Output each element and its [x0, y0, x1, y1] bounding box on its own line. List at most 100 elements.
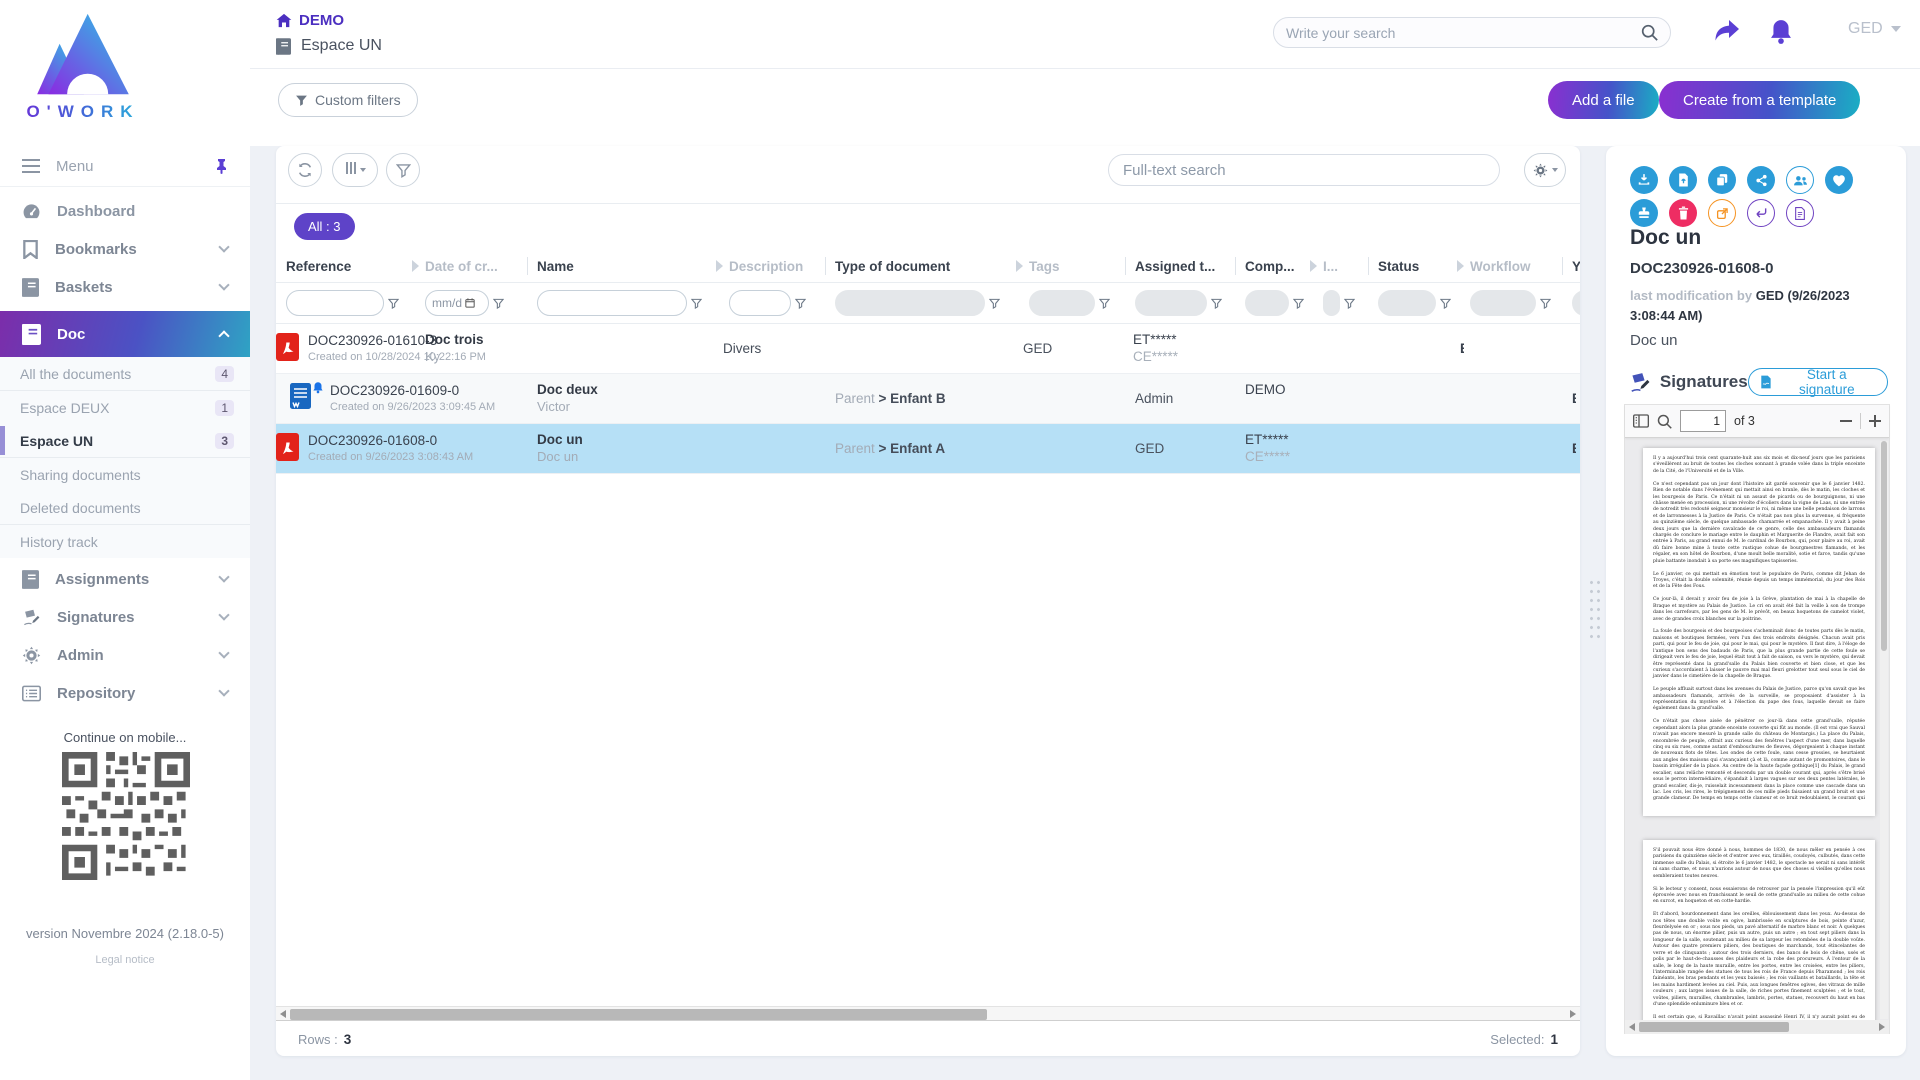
date-filter-input[interactable]: mm/d: [425, 290, 489, 316]
sidebar-item-bookmarks[interactable]: Bookmarks: [0, 230, 250, 268]
column-header-status[interactable]: Status: [1368, 250, 1460, 282]
sidebar-subitem-espace-deux[interactable]: Espace DEUX 1: [0, 391, 250, 424]
scroll-left-arrow[interactable]: [1629, 1023, 1635, 1031]
pdf-vertical-scrollbar[interactable]: [1880, 441, 1888, 1019]
duplicate-button[interactable]: [1708, 166, 1736, 194]
name-filter-input[interactable]: [537, 290, 687, 316]
upload-version-button[interactable]: [1669, 166, 1697, 194]
table-row-selected[interactable]: DOC230926-01608-0 Created on 9/26/2023 3…: [276, 424, 1580, 474]
funnel-icon[interactable]: [1540, 298, 1551, 309]
sidebar-item-signatures[interactable]: Signatures: [0, 598, 250, 636]
sidebar-item-admin[interactable]: Admin: [0, 636, 250, 674]
share-document-button[interactable]: [1747, 166, 1775, 194]
column-header-type[interactable]: Type of document: [825, 250, 1019, 282]
refresh-button[interactable]: [288, 153, 322, 187]
calendar-icon[interactable]: [465, 298, 475, 308]
sidebar-subitem-espace-un[interactable]: Espace UN 3: [0, 424, 250, 457]
table-horizontal-scrollbar[interactable]: [276, 1006, 1580, 1021]
column-header-assigned[interactable]: Assigned t...: [1125, 250, 1235, 282]
status-filter-input[interactable]: [1378, 290, 1436, 316]
column-header-comp[interactable]: Comp...: [1235, 250, 1313, 282]
start-signature-button[interactable]: Start a signature: [1748, 368, 1888, 396]
sidebar-item-doc[interactable]: Doc: [0, 311, 250, 357]
breadcrumb-root[interactable]: DEMO: [276, 12, 344, 29]
zoom-out-button[interactable]: [1840, 420, 1852, 422]
download-button[interactable]: [1630, 166, 1658, 194]
description-filter-input[interactable]: [738, 296, 782, 310]
funnel-icon[interactable]: [691, 298, 702, 309]
user-menu[interactable]: GED: [1848, 20, 1901, 38]
global-search[interactable]: [1273, 17, 1671, 48]
add-file-button[interactable]: Add a file: [1548, 81, 1659, 119]
funnel-icon[interactable]: [795, 298, 806, 309]
sidebar-subitem-deleted-documents[interactable]: Deleted documents: [0, 491, 250, 524]
search-icon[interactable]: [1641, 24, 1658, 41]
tags-filter-input[interactable]: [1029, 290, 1095, 316]
legal-notice-link[interactable]: Legal notice: [0, 954, 250, 966]
sidebar-subitem-sharing-documents[interactable]: Sharing documents: [0, 458, 250, 491]
column-header-y[interactable]: Y...: [1562, 250, 1580, 282]
columns-button[interactable]: [332, 153, 378, 187]
y-filter-input[interactable]: [1572, 290, 1580, 316]
table-row[interactable]: DOC230926-01609-0 Created on 9/26/2023 3…: [276, 374, 1580, 424]
fulltext-search[interactable]: [1108, 154, 1500, 186]
pdf-horizontal-scrollbar[interactable]: [1625, 1020, 1889, 1034]
sidebar-item-assignments[interactable]: Assignments: [0, 560, 250, 598]
sidebar-subitem-history-track[interactable]: History track: [0, 525, 250, 558]
sidebar-item-repository[interactable]: Repository: [0, 674, 250, 712]
menu-toggle[interactable]: Menu: [0, 148, 250, 184]
scrollbar-thumb[interactable]: [1881, 441, 1887, 651]
funnel-icon[interactable]: [1344, 298, 1355, 309]
tab-all-documents[interactable]: All : 3: [294, 213, 355, 240]
funnel-icon[interactable]: [1440, 298, 1451, 309]
share-button[interactable]: [1713, 18, 1741, 44]
column-header-description[interactable]: Description: [719, 250, 825, 282]
zoom-in-button[interactable]: [1869, 415, 1881, 427]
column-header-workflow[interactable]: Workflow: [1460, 250, 1562, 282]
favorite-button[interactable]: [1825, 166, 1853, 194]
funnel-icon[interactable]: [1211, 298, 1222, 309]
sidebar-subitem-all-documents[interactable]: All the documents 4: [0, 357, 250, 390]
assigned-filter-input[interactable]: [1135, 290, 1207, 316]
scroll-left-arrow[interactable]: [280, 1010, 286, 1018]
workflow-filter-input[interactable]: [1470, 290, 1536, 316]
funnel-icon[interactable]: [388, 298, 399, 309]
column-header-i[interactable]: I...: [1313, 250, 1368, 282]
scrollbar-thumb[interactable]: [1639, 1022, 1789, 1032]
pdf-search-icon[interactable]: [1657, 414, 1672, 429]
funnel-icon[interactable]: [493, 298, 504, 309]
description-filter-input[interactable]: [729, 290, 791, 316]
scroll-right-arrow[interactable]: [1570, 1010, 1576, 1018]
funnel-icon[interactable]: [1293, 298, 1304, 309]
assign-users-button[interactable]: [1786, 166, 1814, 194]
funnel-icon[interactable]: [1099, 298, 1110, 309]
global-search-input[interactable]: [1286, 25, 1641, 41]
custom-filters-button[interactable]: Custom filters: [278, 83, 418, 117]
column-header-tags[interactable]: Tags: [1019, 250, 1125, 282]
pin-icon[interactable]: [215, 158, 228, 174]
open-external-button[interactable]: [1708, 199, 1736, 227]
table-row[interactable]: DOC230926-01610-3 Created on 10/28/2024 …: [276, 324, 1580, 374]
filter-toggle-button[interactable]: [386, 153, 420, 187]
i-filter-input[interactable]: [1323, 290, 1340, 316]
name-filter-input[interactable]: [546, 296, 678, 310]
sidebar-toggle-icon[interactable]: [1633, 414, 1649, 428]
return-button[interactable]: [1747, 199, 1775, 227]
notifications-button[interactable]: [1768, 18, 1794, 45]
stamp-button[interactable]: [1630, 199, 1658, 227]
column-header-name[interactable]: Name: [527, 250, 719, 282]
type-filter-input[interactable]: [835, 290, 985, 316]
pdf-page-input[interactable]: [1680, 410, 1726, 432]
panel-resize-handle[interactable]: [1588, 578, 1602, 640]
reference-filter-input[interactable]: [295, 296, 375, 310]
fulltext-search-input[interactable]: [1123, 162, 1485, 179]
document-info-button[interactable]: [1786, 199, 1814, 227]
sidebar-item-dashboard[interactable]: Dashboard: [0, 192, 250, 230]
table-settings-button[interactable]: [1524, 153, 1566, 187]
delete-button[interactable]: [1669, 199, 1697, 227]
create-from-template-button[interactable]: Create from a template: [1659, 81, 1860, 119]
column-header-date[interactable]: Date of cr...: [415, 250, 527, 282]
funnel-icon[interactable]: [989, 298, 1000, 309]
scrollbar-thumb[interactable]: [290, 1009, 987, 1020]
column-header-reference[interactable]: Reference: [276, 250, 415, 282]
